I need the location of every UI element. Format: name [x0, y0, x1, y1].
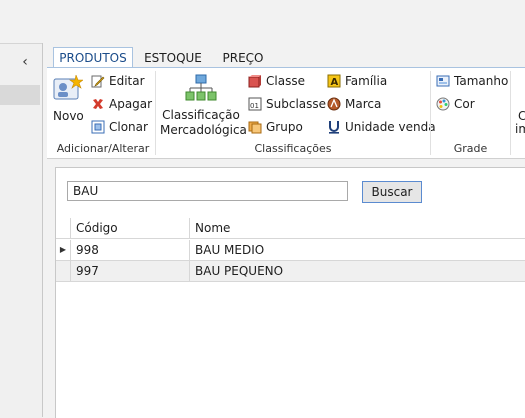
content-panel [55, 167, 525, 418]
tamanho-icon [436, 75, 450, 87]
table-header-row: Código Nome [56, 218, 525, 239]
cor-label: Cor [454, 97, 475, 111]
unidade-venda-label: Unidade venda [345, 120, 436, 134]
buscar-button[interactable]: Buscar [362, 181, 422, 203]
hierarchy-icon [185, 74, 217, 101]
current-row-indicator-icon: ▶ [56, 240, 71, 260]
delete-icon [93, 99, 103, 109]
svg-text:A: A [331, 77, 339, 88]
familia-button[interactable]: A Família [327, 74, 387, 88]
apagar-label: Apagar [109, 97, 153, 111]
editar-label: Editar [109, 74, 145, 88]
table-row[interactable]: ▶ 998 BAU MEDIO [56, 240, 525, 261]
classe-label: Classe [266, 74, 305, 88]
clonar-button[interactable]: Clonar [91, 120, 148, 134]
familia-icon: A [327, 74, 341, 88]
tamanho-label: Tamanho [454, 74, 509, 88]
color-palette-icon [436, 97, 450, 111]
marca-icon [327, 97, 341, 111]
left-panel-divider [42, 43, 43, 417]
cell-nome: BAU PEQUENO [195, 264, 284, 278]
cell-codigo: 998 [76, 243, 99, 257]
svg-text:01: 01 [250, 102, 259, 110]
cut-off-label-line1: C [518, 109, 525, 123]
search-input[interactable] [67, 181, 348, 201]
grupo-button[interactable]: Grupo [248, 120, 303, 134]
classificacao-mercadologica-button[interactable]: Classificação Mercadológica [160, 72, 247, 138]
chevron-left-icon[interactable]: ‹ [18, 55, 32, 69]
cut-off-label-line2: im [515, 122, 525, 136]
table-row[interactable]: 997 BAU PEQUENO [56, 261, 525, 282]
tab-produtos[interactable]: PRODUTOS [53, 47, 133, 68]
cut-off-button[interactable]: C im [513, 102, 525, 138]
column-header-codigo[interactable]: Código [76, 218, 118, 238]
novo-button[interactable]: Novo [51, 73, 84, 123]
grupo-label: Grupo [266, 120, 303, 134]
editar-button[interactable]: Editar [91, 74, 145, 88]
group-label-grade: Grade [453, 142, 488, 155]
tab-estoque[interactable]: ESTOQUE [138, 48, 208, 68]
unidade-venda-button[interactable]: Unidade venda [327, 120, 436, 134]
subclasse-icon: 01 [248, 97, 262, 111]
classe-icon [248, 75, 261, 88]
underline-icon [329, 121, 339, 134]
tamanho-button[interactable]: Tamanho [436, 74, 508, 88]
marca-button[interactable]: Marca [327, 97, 381, 111]
cell-nome: BAU MEDIO [195, 243, 265, 257]
edit-icon [91, 75, 105, 88]
cor-button[interactable]: Cor [436, 97, 475, 111]
left-panel-selected-item[interactable] [0, 85, 40, 105]
ribbon-separator [155, 71, 156, 155]
column-header-nome[interactable]: Nome [195, 218, 230, 238]
row-indicator [56, 261, 71, 281]
ribbon-separator [510, 71, 511, 155]
classificacao-label-line2: Mercadológica [160, 123, 247, 137]
group-label-adicionar-alterar: Adicionar/Alterar [56, 142, 150, 155]
novo-label: Novo [53, 109, 84, 123]
cell-codigo: 997 [76, 264, 99, 278]
group-label-classificacoes: Classificações [254, 142, 332, 155]
clone-icon [91, 120, 105, 134]
subclasse-button[interactable]: 01 Subclasse [248, 97, 326, 111]
subclasse-label: Subclasse [266, 97, 327, 111]
classificacao-label-line1: Classificação [162, 108, 240, 122]
classe-button[interactable]: Classe [248, 74, 305, 88]
apagar-button[interactable]: Apagar [91, 97, 152, 111]
familia-label: Família [345, 74, 388, 88]
tab-preco[interactable]: PREÇO [215, 48, 271, 68]
clonar-label: Clonar [109, 120, 148, 134]
new-product-icon [53, 75, 83, 100]
marca-label: Marca [345, 97, 382, 111]
row-indicator-header [56, 218, 71, 238]
ribbon-separator [430, 71, 431, 155]
grupo-icon [248, 121, 262, 134]
